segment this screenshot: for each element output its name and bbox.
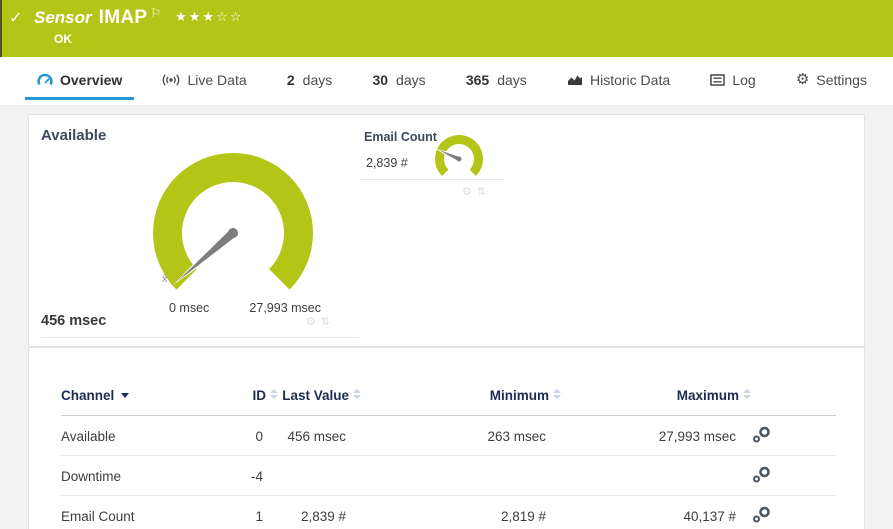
gauges-panel: Available x̄ 0 msec 27,993 msec 456 msec… xyxy=(28,114,865,347)
priority-stars[interactable]: ★★★☆☆ xyxy=(175,9,243,25)
tab-log[interactable]: Log xyxy=(698,62,767,100)
tab-number: 2 xyxy=(286,71,295,88)
col-label: Minimum xyxy=(489,388,549,403)
table-row: Downtime -4 xyxy=(61,455,836,496)
sort-icon xyxy=(553,389,562,399)
cell-channel: Email Count xyxy=(61,495,233,529)
live-data-icon xyxy=(163,74,180,85)
col-header-minimum[interactable]: Minimum xyxy=(362,348,562,416)
col-label: Maximum xyxy=(676,388,739,403)
table-row: Email Count 1 2,839 # 2,819 # 40,137 # xyxy=(61,495,836,529)
tab-settings[interactable]: ⚙ Settings xyxy=(784,62,879,100)
gear-icon: ⚙ xyxy=(795,71,810,88)
channel-table-panel: Channel ID Last Value Minimum Maximum Av… xyxy=(28,347,865,529)
col-header-id[interactable]: ID xyxy=(233,348,279,416)
tab-label: days xyxy=(497,71,527,88)
mean-marker: x̄ xyxy=(162,273,168,285)
tab-2-days[interactable]: 2 days xyxy=(275,62,344,100)
channel-table: Channel ID Last Value Minimum Maximum Av… xyxy=(61,348,836,529)
tab-label: Log xyxy=(732,71,756,88)
channel-settings-gears-icon xyxy=(753,426,770,443)
channel-settings-gears-icon xyxy=(753,466,770,483)
gauge-reorder-icon[interactable]: ⇅ xyxy=(477,185,486,198)
table-header-row: Channel ID Last Value Minimum Maximum xyxy=(61,348,836,416)
tab-label: days xyxy=(302,71,333,88)
col-label: Last Value xyxy=(282,388,349,403)
sensor-header: ✓ Sensor IMAP ⚐ ★★★☆☆ OK xyxy=(0,0,893,57)
prtg-sensor-page: ✓ Sensor IMAP ⚐ ★★★☆☆ OK Overview Live D… xyxy=(0,0,893,529)
tab-bar: Overview Live Data 2 days 30 days 365 da… xyxy=(0,57,893,105)
area-chart-icon xyxy=(567,75,582,85)
sensor-type-label: Sensor xyxy=(34,8,92,27)
gauge-max-label: 27,993 msec xyxy=(249,301,321,315)
gauge-settings-icon[interactable]: ⚙ xyxy=(306,315,316,328)
gauge-settings-icon[interactable]: ⚙ xyxy=(462,185,472,198)
tab-overview[interactable]: Overview xyxy=(25,62,135,100)
overview-content: Available x̄ 0 msec 27,993 msec 456 msec… xyxy=(0,105,893,529)
cell-last-value: 2,839 # xyxy=(279,495,362,529)
gauge-icon xyxy=(37,73,53,86)
cell-last-value xyxy=(279,455,362,496)
cell-id: 0 xyxy=(233,415,279,456)
sort-icon xyxy=(270,389,279,399)
gauge-min-label: 0 msec xyxy=(169,301,210,315)
available-last-value: 456 msec xyxy=(41,313,107,329)
channel-title-available: Available xyxy=(41,127,107,144)
edit-channel-button[interactable] xyxy=(752,415,836,456)
tab-label: Overview xyxy=(60,71,123,88)
available-gauge[interactable] xyxy=(151,151,315,301)
email-count-gauge[interactable] xyxy=(431,132,487,182)
cell-channel: Available xyxy=(61,415,233,456)
tab-live-data[interactable]: Live Data xyxy=(150,62,258,100)
cell-last-value: 456 msec xyxy=(279,415,362,456)
channel-settings-gears-icon xyxy=(753,506,770,523)
log-icon xyxy=(710,73,726,86)
tab-label: Live Data xyxy=(187,71,247,88)
gauge-axis-labels: 0 msec 27,993 msec xyxy=(169,301,321,315)
sensor-name: IMAP xyxy=(98,7,148,28)
col-label: Channel xyxy=(61,388,115,403)
cell-id: -4 xyxy=(233,455,279,496)
cell-maximum: 27,993 msec xyxy=(562,415,752,456)
tab-365-days[interactable]: 365 days xyxy=(454,62,539,100)
cell-id: 1 xyxy=(233,495,279,529)
cell-minimum: 2,819 # xyxy=(362,495,562,529)
gauge-hover-controls[interactable]: ⚙ ⇅ xyxy=(462,185,486,198)
table-row: Available 0 456 msec 263 msec 27,993 mse… xyxy=(61,415,836,456)
tab-label: Historic Data xyxy=(589,71,671,88)
col-label: ID xyxy=(252,388,267,403)
priority-flag-icon[interactable]: ⚐ xyxy=(150,6,161,20)
gauge-reorder-icon[interactable]: ⇅ xyxy=(321,315,330,328)
sort-desc-icon xyxy=(121,393,130,398)
col-header-channel[interactable]: Channel xyxy=(61,348,233,416)
edit-channel-button[interactable] xyxy=(752,495,836,529)
col-header-last-value[interactable]: Last Value xyxy=(279,348,362,416)
tab-label: days xyxy=(396,71,426,88)
cell-minimum xyxy=(362,455,562,496)
cell-channel: Downtime xyxy=(61,455,233,496)
cell-minimum: 263 msec xyxy=(362,415,562,456)
tab-number: 365 xyxy=(465,71,490,88)
tab-historic-data[interactable]: Historic Data xyxy=(555,62,682,100)
channel-title-email-count: Email Count xyxy=(364,130,437,144)
sort-icon xyxy=(353,389,362,399)
edit-channel-button[interactable] xyxy=(752,455,836,496)
col-header-maximum[interactable]: Maximum xyxy=(562,348,752,416)
gauge-hover-controls[interactable]: ⚙ ⇅ xyxy=(306,315,330,328)
cell-maximum xyxy=(562,455,752,496)
sort-icon xyxy=(743,389,752,399)
sensor-title-block: Sensor IMAP ⚐ ★★★☆☆ OK xyxy=(34,6,893,46)
tab-30-days[interactable]: 30 days xyxy=(360,62,437,100)
sensor-status-badge: OK xyxy=(54,32,72,46)
tab-number: 30 xyxy=(372,71,389,88)
divider xyxy=(41,337,359,338)
cell-maximum: 40,137 # xyxy=(562,495,752,529)
col-header-actions xyxy=(752,348,836,416)
email-count-last-value: 2,839 # xyxy=(366,156,408,170)
status-check-icon: ✓ xyxy=(9,10,23,27)
tab-label: Settings xyxy=(816,71,867,88)
